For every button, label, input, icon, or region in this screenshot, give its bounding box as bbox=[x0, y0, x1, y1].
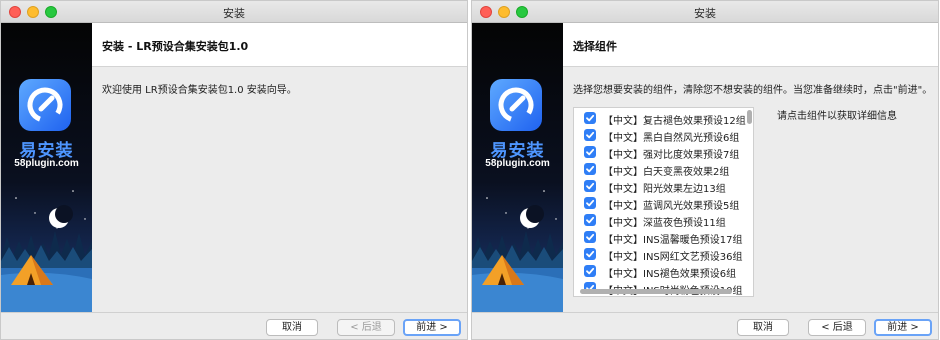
cancel-button[interactable]: 取消 bbox=[266, 319, 318, 336]
component-label: 【中文】黑白自然风光预设6组 bbox=[603, 133, 740, 144]
component-item[interactable]: 【中文】INS网红文艺预设36组 bbox=[574, 246, 744, 263]
checkbox-checked[interactable] bbox=[584, 248, 596, 260]
installer-window-welcome: 安装 易安装 58plugin.com 安装 - LR预设合集安装包1.0 欢迎… bbox=[0, 0, 468, 340]
next-button[interactable]: 前进 > bbox=[874, 319, 932, 336]
component-description: 请点击组件以获取详细信息 bbox=[777, 111, 897, 122]
checkbox-checked[interactable] bbox=[584, 180, 596, 192]
page-content: 选择您想要安装的组件，清除您不想安装的组件。当您准备继续时，点击"前进"。 【中… bbox=[563, 68, 938, 312]
title-bar[interactable]: 安装 bbox=[472, 1, 938, 23]
component-label: 【中文】INS网红文艺预设36组 bbox=[603, 252, 743, 263]
component-label: 【中文】阳光效果左边13组 bbox=[603, 184, 726, 195]
button-bar: 取消 < 后退 前进 > bbox=[472, 312, 938, 339]
component-item[interactable]: 【中文】INS褪色效果预设6组 bbox=[574, 263, 744, 280]
sidebar-banner: 易安装 58plugin.com bbox=[1, 23, 92, 312]
window-title: 安装 bbox=[223, 7, 245, 20]
component-item[interactable]: 【中文】白天变黑夜效果2组 bbox=[574, 161, 744, 178]
component-item[interactable]: 【中文】阳光效果左边13组 bbox=[574, 178, 744, 195]
component-label: 【中文】蓝调风光效果预设5组 bbox=[603, 201, 740, 212]
back-button[interactable]: < 后退 bbox=[808, 319, 866, 336]
checkbox-checked[interactable] bbox=[584, 265, 596, 277]
title-bar[interactable]: 安装 bbox=[1, 1, 467, 23]
checkbox-checked[interactable] bbox=[584, 146, 596, 158]
checkbox-checked[interactable] bbox=[584, 214, 596, 226]
component-label: 【中文】强对比度效果预设7组 bbox=[603, 150, 740, 161]
page-title: 选择组件 bbox=[573, 40, 617, 53]
component-label: 【中文】白天变黑夜效果2组 bbox=[603, 167, 730, 178]
component-label: 【中文】INS褪色效果预设6组 bbox=[603, 269, 737, 280]
app-logo bbox=[490, 79, 542, 131]
component-item[interactable]: 【中文】蓝调风光效果预设5组 bbox=[574, 195, 744, 212]
checkbox-checked[interactable] bbox=[584, 231, 596, 243]
checkbox-checked[interactable] bbox=[584, 197, 596, 209]
component-item[interactable]: 【中文】黑白自然风光预设6组 bbox=[574, 127, 744, 144]
welcome-text: 欢迎使用 LR预设合集安装包1.0 安装向导。 bbox=[102, 85, 297, 96]
button-bar: 取消 < 后退 前进 > bbox=[1, 312, 467, 339]
sidebar-banner: 易安装 58plugin.com bbox=[472, 23, 563, 312]
page-header: 安装 - LR预设合集安装包1.0 bbox=[92, 23, 467, 67]
component-item[interactable]: 【中文】复古褪色效果预设12组 bbox=[574, 110, 746, 127]
horizontal-scrollbar[interactable] bbox=[576, 288, 744, 295]
window-title: 安装 bbox=[694, 7, 716, 20]
horizontal-scroll-thumb[interactable] bbox=[580, 289, 732, 294]
checkbox-checked[interactable] bbox=[584, 112, 596, 124]
component-item[interactable]: 【中文】深蓝夜色预设11组 bbox=[574, 212, 744, 229]
installer-window-components: 安装 易安装 58plugin.com 选择组件 选择您想要安装的组件，清除您不… bbox=[471, 0, 939, 340]
vertical-scrollbar[interactable] bbox=[746, 110, 752, 280]
component-label: 【中文】INS温馨暖色预设17组 bbox=[603, 235, 743, 246]
page-header: 选择组件 bbox=[563, 23, 938, 67]
checkbox-checked[interactable] bbox=[584, 163, 596, 175]
checkbox-checked[interactable] bbox=[584, 129, 596, 141]
component-label: 【中文】复古褪色效果预设12组 bbox=[603, 116, 746, 127]
page-title: 安装 - LR预设合集安装包1.0 bbox=[102, 40, 249, 53]
cancel-button[interactable]: 取消 bbox=[737, 319, 789, 336]
component-list[interactable]: 【中文】复古褪色效果预设12组 【中文】黑白自然风光预设6组 【中文】强对比度效… bbox=[573, 107, 754, 297]
page-content: 欢迎使用 LR预设合集安装包1.0 安装向导。 bbox=[92, 68, 467, 312]
next-button[interactable]: 前进 > bbox=[403, 319, 461, 336]
back-button[interactable]: < 后退 bbox=[337, 319, 395, 336]
instruction-text: 选择您想要安装的组件，清除您不想安装的组件。当您准备继续时，点击"前进"。 bbox=[573, 85, 933, 96]
brand-url: 58plugin.com bbox=[14, 158, 79, 169]
app-logo bbox=[19, 79, 71, 131]
component-item[interactable]: 【中文】强对比度效果预设7组 bbox=[574, 144, 744, 161]
component-item[interactable]: 【中文】INS温馨暖色预设17组 bbox=[574, 229, 744, 246]
brand-url: 58plugin.com bbox=[485, 158, 550, 169]
vertical-scroll-thumb[interactable] bbox=[747, 110, 752, 124]
component-label: 【中文】深蓝夜色预设11组 bbox=[603, 218, 726, 229]
